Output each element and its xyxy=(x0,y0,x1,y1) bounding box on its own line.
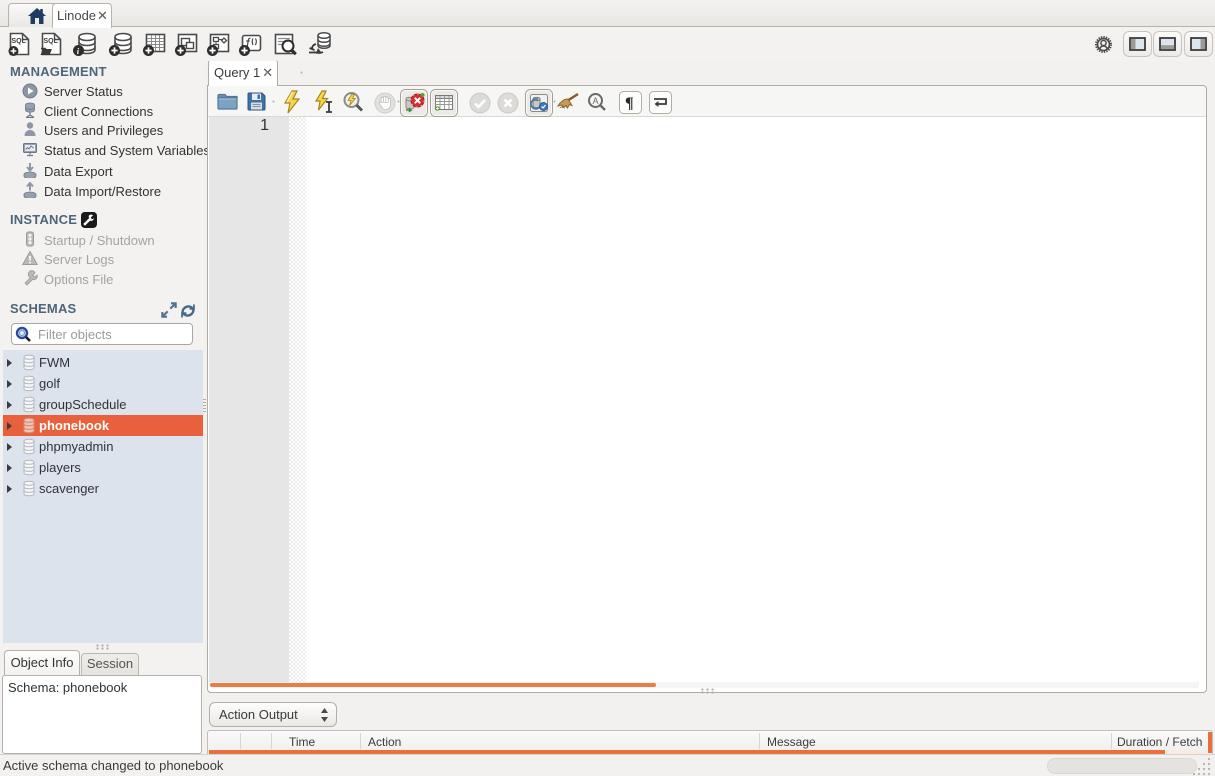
svg-text:A: A xyxy=(593,96,599,106)
svg-text:SQL: SQL xyxy=(44,38,59,45)
svg-text:SQL: SQL xyxy=(12,38,27,45)
svg-text:¶: ¶ xyxy=(625,95,634,112)
